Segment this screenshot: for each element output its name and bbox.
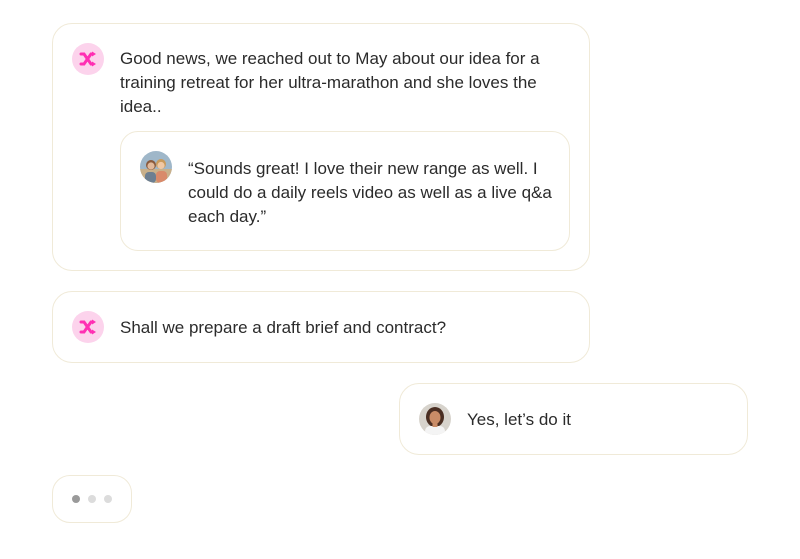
user-message-card: Yes, let’s do it: [399, 383, 748, 455]
typing-indicator: [52, 475, 132, 523]
brand-avatar: [72, 43, 104, 75]
brand-message-card: Shall we prepare a draft brief and contr…: [52, 291, 590, 363]
user-avatar: [419, 403, 451, 435]
brand-message-card: Good news, we reached out to May about o…: [52, 23, 590, 271]
typing-dot: [88, 495, 96, 503]
message-text: Yes, let’s do it: [467, 410, 571, 429]
brand-avatar: [72, 311, 104, 343]
quote-text: “Sounds great! I love their new range as…: [188, 159, 552, 226]
typing-dot: [72, 495, 80, 503]
shuffle-brand-icon: [79, 51, 96, 67]
message-text: Good news, we reached out to May about o…: [120, 49, 540, 116]
person-avatar: [140, 151, 172, 183]
typing-dots: [72, 495, 112, 503]
message-text: Shall we prepare a draft brief and contr…: [120, 318, 447, 337]
shuffle-brand-icon: [79, 319, 96, 335]
typing-dot: [104, 495, 112, 503]
quoted-reply-card: “Sounds great! I love their new range as…: [120, 131, 570, 251]
